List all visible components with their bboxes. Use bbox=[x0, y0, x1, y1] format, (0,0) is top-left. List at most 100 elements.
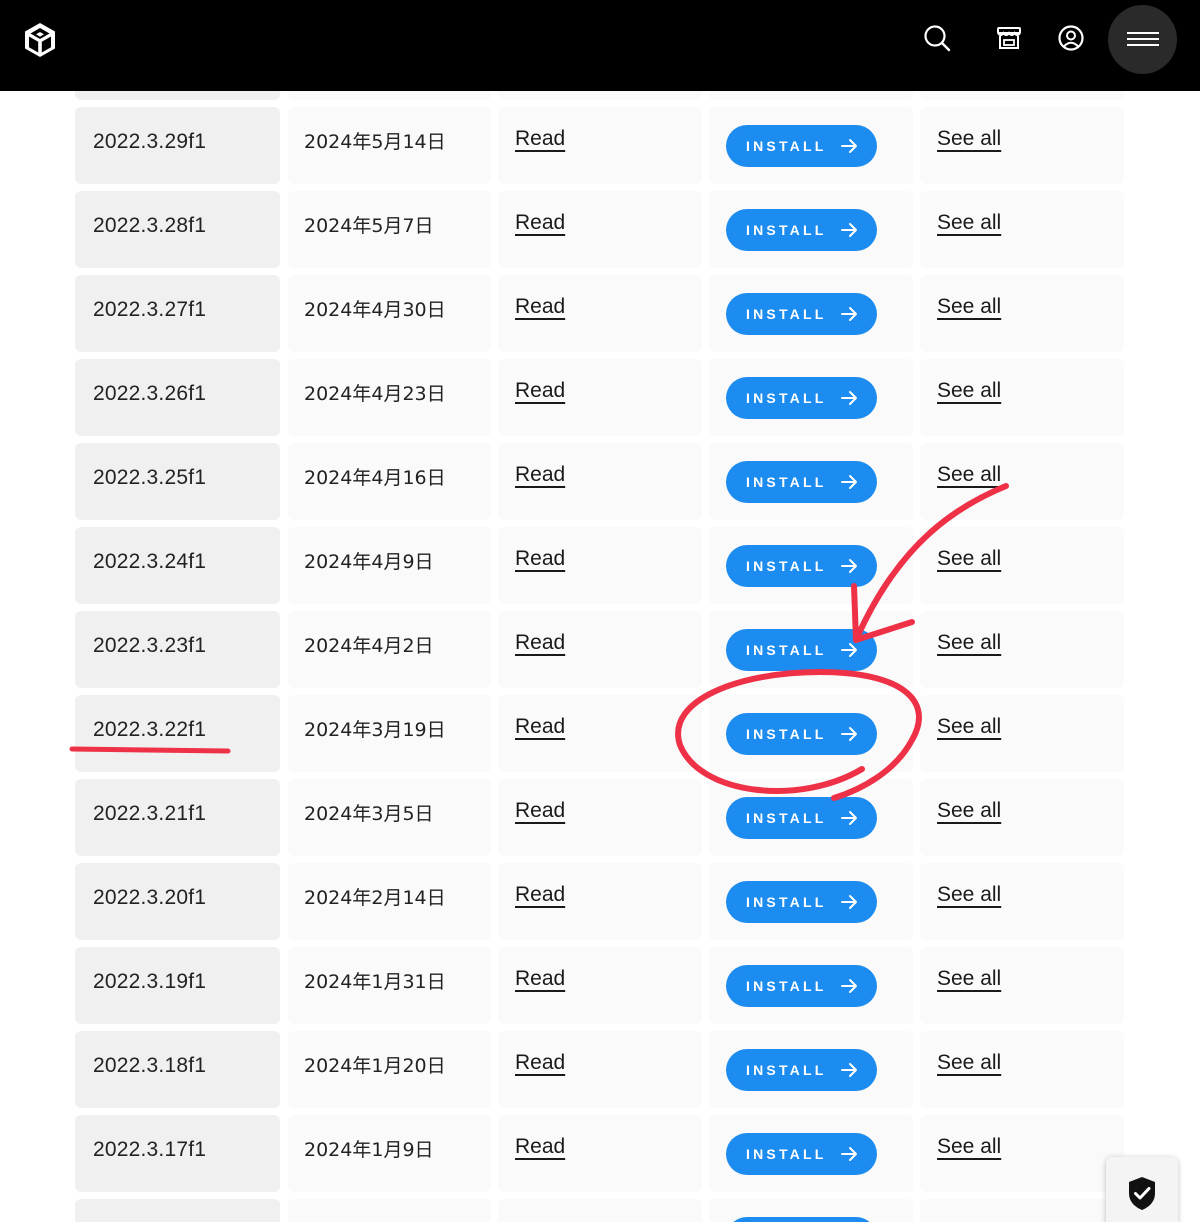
install-button-label: INSTALL bbox=[746, 390, 827, 406]
release-date-cell: 2024年1月31日 bbox=[288, 947, 491, 1024]
install-cell: INSTALL bbox=[709, 359, 913, 436]
see-all-modules-link[interactable]: See all bbox=[937, 127, 1001, 151]
read-release-notes-link[interactable]: Read bbox=[515, 631, 565, 655]
install-button-label: INSTALL bbox=[746, 726, 827, 742]
install-button[interactable]: INSTALL bbox=[726, 629, 877, 671]
modules-cell: See all bbox=[920, 275, 1124, 352]
arrow-right-icon bbox=[841, 1063, 857, 1077]
release-notes-cell: Read bbox=[498, 779, 702, 856]
see-all-modules-link[interactable]: See all bbox=[937, 1051, 1001, 1075]
see-all-modules-link[interactable]: See all bbox=[937, 967, 1001, 991]
install-button[interactable]: INSTALL bbox=[726, 209, 877, 251]
see-all-modules-link[interactable]: See all bbox=[937, 463, 1001, 487]
install-button[interactable] bbox=[726, 1217, 877, 1222]
see-all-modules-link[interactable]: See all bbox=[937, 211, 1001, 235]
read-release-notes-link[interactable]: Read bbox=[515, 295, 565, 319]
install-button[interactable]: INSTALL bbox=[726, 713, 877, 755]
release-notes-cell: Read bbox=[498, 863, 702, 940]
privacy-shield-button[interactable] bbox=[1106, 1157, 1178, 1222]
version-label: 2022.3.17f1 bbox=[93, 1138, 207, 1161]
version-label: 2022.3.25f1 bbox=[93, 466, 207, 489]
read-release-notes-link[interactable]: Read bbox=[515, 463, 565, 487]
read-release-notes-link[interactable]: Read bbox=[515, 883, 565, 907]
version-cell: 2022.3.20f1 bbox=[75, 863, 280, 940]
arrow-right-icon bbox=[841, 391, 857, 405]
menu-button[interactable] bbox=[1108, 5, 1177, 74]
arrow-right-icon bbox=[841, 811, 857, 825]
install-button[interactable]: INSTALL bbox=[726, 797, 877, 839]
install-button-label: INSTALL bbox=[746, 978, 827, 994]
release-notes-cell: Read bbox=[498, 275, 702, 352]
read-release-notes-link[interactable]: Read bbox=[515, 1051, 565, 1075]
install-cell: INSTALL bbox=[709, 1031, 913, 1108]
install-button[interactable]: INSTALL bbox=[726, 461, 877, 503]
install-button[interactable]: INSTALL bbox=[726, 545, 877, 587]
release-date-cell: 2024年4月30日 bbox=[288, 275, 491, 352]
release-date-cell: 2024年4月23日 bbox=[288, 359, 491, 436]
read-release-notes-link[interactable]: Read bbox=[515, 127, 565, 151]
install-button[interactable]: INSTALL bbox=[726, 125, 877, 167]
modules-cell: See all bbox=[920, 107, 1124, 184]
see-all-modules-link[interactable]: See all bbox=[937, 883, 1001, 907]
partial-row-cell bbox=[498, 1199, 702, 1222]
release-date: 2024年3月19日 bbox=[304, 719, 446, 741]
account-icon[interactable] bbox=[1055, 22, 1087, 54]
release-date: 2024年4月16日 bbox=[304, 467, 446, 489]
install-button-label: INSTALL bbox=[746, 222, 827, 238]
read-release-notes-link[interactable]: Read bbox=[515, 379, 565, 403]
release-date: 2024年4月9日 bbox=[304, 551, 434, 573]
version-cell: 2022.3.26f1 bbox=[75, 359, 280, 436]
see-all-modules-link[interactable]: See all bbox=[937, 799, 1001, 823]
install-button[interactable]: INSTALL bbox=[726, 1133, 877, 1175]
version-cell: 2022.3.24f1 bbox=[75, 527, 280, 604]
modules-cell: See all bbox=[920, 359, 1124, 436]
release-date: 2024年5月14日 bbox=[304, 131, 446, 153]
see-all-modules-link[interactable]: See all bbox=[937, 547, 1001, 571]
version-cell: 2022.3.23f1 bbox=[75, 611, 280, 688]
read-release-notes-link[interactable]: Read bbox=[515, 1135, 565, 1159]
read-release-notes-link[interactable]: Read bbox=[515, 211, 565, 235]
version-label: 2022.3.26f1 bbox=[93, 382, 207, 405]
install-button[interactable]: INSTALL bbox=[726, 1049, 877, 1091]
install-button-label: INSTALL bbox=[746, 1146, 827, 1162]
arrow-right-icon bbox=[841, 895, 857, 909]
see-all-modules-link[interactable]: See all bbox=[937, 1135, 1001, 1159]
install-button-label: INSTALL bbox=[746, 558, 827, 574]
read-release-notes-link[interactable]: Read bbox=[515, 799, 565, 823]
partial-row-cell bbox=[288, 1199, 491, 1222]
modules-cell: See all bbox=[920, 443, 1124, 520]
release-date-cell: 2024年1月20日 bbox=[288, 1031, 491, 1108]
install-button-label: INSTALL bbox=[746, 810, 827, 826]
install-button[interactable]: INSTALL bbox=[726, 377, 877, 419]
modules-cell: See all bbox=[920, 695, 1124, 772]
version-label: 2022.3.18f1 bbox=[93, 1054, 207, 1077]
see-all-modules-link[interactable]: See all bbox=[937, 295, 1001, 319]
see-all-modules-link[interactable]: See all bbox=[937, 715, 1001, 739]
release-notes-cell: Read bbox=[498, 695, 702, 772]
release-notes-cell: Read bbox=[498, 443, 702, 520]
see-all-modules-link[interactable]: See all bbox=[937, 631, 1001, 655]
version-cell: 2022.3.21f1 bbox=[75, 779, 280, 856]
see-all-modules-link[interactable]: See all bbox=[937, 379, 1001, 403]
read-release-notes-link[interactable]: Read bbox=[515, 547, 565, 571]
arrow-right-icon bbox=[841, 475, 857, 489]
top-navigation-bar bbox=[0, 0, 1200, 91]
page: 2022.3.29f1 2024年5月14日 Read INSTALL See all 2… bbox=[0, 0, 1200, 1222]
install-button[interactable]: INSTALL bbox=[726, 293, 877, 335]
store-icon[interactable] bbox=[993, 22, 1025, 54]
partial-row-cell bbox=[75, 1199, 280, 1222]
install-button[interactable]: INSTALL bbox=[726, 965, 877, 1007]
install-cell: INSTALL bbox=[709, 1115, 913, 1192]
version-label: 2022.3.20f1 bbox=[93, 886, 207, 909]
search-icon[interactable] bbox=[921, 22, 953, 54]
modules-cell: See all bbox=[920, 1031, 1124, 1108]
unity-logo-icon[interactable] bbox=[22, 22, 58, 58]
version-cell: 2022.3.25f1 bbox=[75, 443, 280, 520]
version-cell: 2022.3.17f1 bbox=[75, 1115, 280, 1192]
release-notes-cell: Read bbox=[498, 107, 702, 184]
release-notes-cell: Read bbox=[498, 1031, 702, 1108]
read-release-notes-link[interactable]: Read bbox=[515, 715, 565, 739]
install-button[interactable]: INSTALL bbox=[726, 881, 877, 923]
version-cell: 2022.3.29f1 bbox=[75, 107, 280, 184]
read-release-notes-link[interactable]: Read bbox=[515, 967, 565, 991]
